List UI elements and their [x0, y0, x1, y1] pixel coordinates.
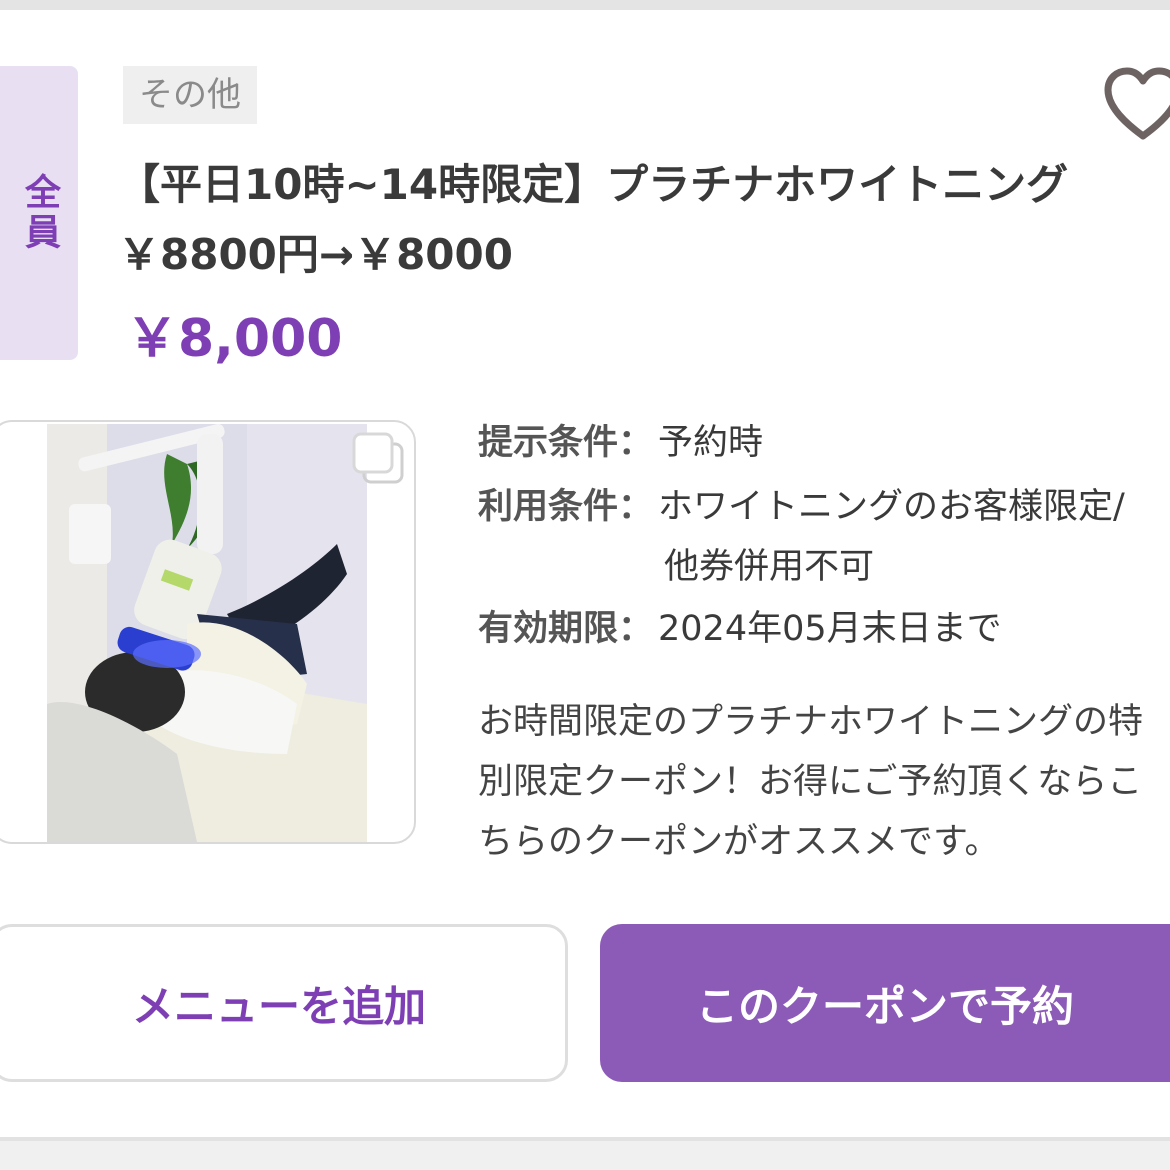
whitening-treatment-photo — [47, 424, 367, 842]
condition-present: 提示条件： 予約時 — [478, 412, 763, 474]
coupon-description: お時間限定のプラチナホワイトニングの特別限定クーポン！お得にご予約頂くならこちら… — [478, 702, 1144, 862]
condition-label: 有効期限 — [478, 609, 619, 649]
bottom-divider — [0, 1137, 1170, 1170]
condition-usage: 利用条件： ホワイトニングのお客様限定/ — [478, 476, 1125, 538]
condition-expiry: 有効期限： 2024年05月末日まで — [478, 598, 1002, 660]
condition-label: 提示条件 — [478, 423, 619, 463]
reserve-coupon-button[interactable]: このクーポンで予約 — [600, 924, 1170, 1082]
coupon-title: 【平日10時~14時限定】プラチナホワイトニング￥8800円→￥8000 — [118, 160, 1069, 279]
top-divider — [0, 0, 1170, 10]
condition-colon: ： — [618, 423, 654, 463]
category-tag: その他 — [123, 66, 257, 124]
condition-value: 2024年05月末日まで — [658, 609, 1002, 649]
condition-value: ホワイトニングのお客様限定/ — [658, 487, 1125, 527]
condition-colon: ： — [618, 609, 654, 649]
target-label: 全員 — [19, 173, 60, 253]
favorite-button[interactable] — [1100, 66, 1170, 142]
condition-usage-continued: 他券併用不可 — [664, 536, 874, 598]
target-ribbon: 全員 — [0, 66, 78, 360]
heart-outline-icon[interactable] — [1100, 66, 1170, 142]
condition-value-line2: 他券併用不可 — [664, 547, 875, 587]
add-menu-button[interactable]: メニューを追加 — [0, 924, 568, 1082]
condition-colon: ： — [618, 487, 654, 527]
condition-label: 利用条件 — [478, 487, 619, 527]
condition-value: 予約時 — [658, 423, 764, 463]
coupon-price: ￥8,000 — [126, 309, 343, 369]
multiple-images-icon[interactable] — [352, 432, 406, 486]
